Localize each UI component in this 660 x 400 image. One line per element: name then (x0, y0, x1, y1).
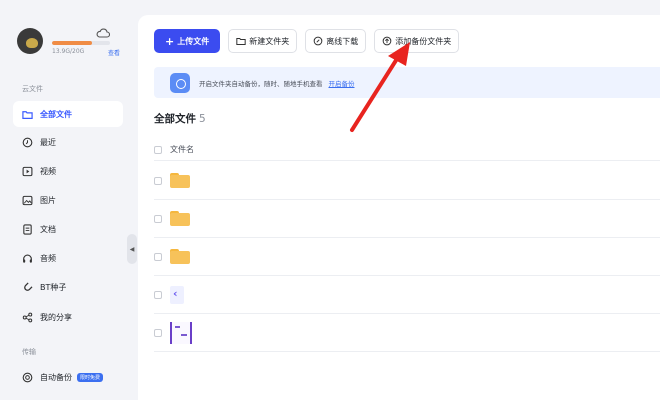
sidebar-item-video[interactable]: 视频 (13, 158, 123, 184)
share-icon (22, 312, 33, 322)
file-count: 5 (199, 113, 206, 125)
upload-button[interactable]: + 上传文件 (154, 29, 221, 53)
avatar[interactable] (17, 28, 43, 54)
file-row[interactable] (154, 314, 660, 352)
file-row[interactable] (154, 162, 660, 200)
chevron-left-icon: ◀ (129, 245, 135, 253)
row-checkbox[interactable] (154, 214, 162, 223)
backup-icon (22, 372, 33, 382)
sidebar-item-label: 全部文件 (40, 109, 72, 119)
sidebar-item-bt-seeds[interactable]: BT种子 (13, 274, 123, 300)
file-row[interactable] (154, 276, 660, 314)
annotation-arrow (350, 42, 410, 132)
row-checkbox[interactable] (154, 328, 162, 337)
column-header-filename[interactable]: 文件名 (170, 144, 194, 155)
sidebar-item-recent[interactable]: 最近 (13, 129, 123, 155)
upload-button-label: 上传文件 (177, 36, 210, 46)
magnet-icon (24, 282, 33, 291)
page-title-text: 全部文件 (154, 113, 196, 125)
folder-icon (170, 211, 190, 226)
sidebar-item-label: 最近 (40, 137, 56, 147)
sidebar-collapse-handle[interactable]: ◀ (127, 234, 137, 264)
section-label-cloud: 云文件 (22, 85, 43, 93)
sidebar-item-documents[interactable]: 文档 (13, 216, 123, 242)
sidebar-item-label: BT种子 (40, 282, 67, 292)
cloud-icon[interactable] (96, 27, 110, 39)
sidebar-item-label: 音频 (40, 253, 56, 263)
sidebar-item-label: 文档 (40, 224, 56, 234)
sidebar-item-auto-backup[interactable]: 自动备份 限时免费 (13, 364, 123, 390)
sidebar-item-audio[interactable]: 音频 (13, 245, 123, 271)
storage-quota-bar (52, 41, 110, 45)
row-checkbox[interactable] (154, 290, 162, 299)
file-row[interactable] (154, 238, 660, 276)
storage-quota-text: 13.9G/20G (52, 48, 85, 55)
video-icon (22, 166, 33, 176)
image-icon (22, 195, 33, 205)
sidebar-item-all-files[interactable]: 全部文件 (13, 101, 123, 127)
sidebar-item-label: 视频 (40, 166, 56, 176)
clock-icon (22, 137, 33, 147)
folder-icon (170, 173, 190, 188)
storage-quota-fill (52, 41, 93, 45)
sidebar-item-label: 图片 (40, 195, 56, 205)
sidebar-item-images[interactable]: 图片 (13, 187, 123, 213)
select-all-checkbox[interactable] (154, 145, 162, 154)
sidebar-item-label: 自动备份 (40, 372, 72, 382)
headphones-icon (23, 254, 32, 263)
banner-text: 开启文件夹自动备份，随时、随地手机查看 (199, 79, 323, 88)
document-file-icon (170, 285, 184, 304)
link-icon (313, 36, 323, 46)
folder-icon (170, 249, 190, 264)
backup-banner-icon (170, 72, 190, 93)
free-badge: 限时免费 (77, 372, 104, 382)
new-folder-button-label: 新建文件夹 (249, 36, 290, 46)
document-icon (23, 223, 32, 235)
sidebar-item-label: 我的分享 (40, 312, 72, 322)
folder-add-icon (236, 38, 246, 45)
folder-icon (22, 110, 33, 119)
storage-view-link[interactable]: 查看 (108, 48, 120, 57)
sidebar: 13.9G/20G 查看 云文件 全部文件 最近 视频 图片 文档 音频 BT种… (0, 0, 132, 400)
row-checkbox[interactable] (154, 252, 162, 261)
image-file-thumbnail (170, 321, 192, 344)
file-list-header: 文件名 (154, 139, 660, 161)
new-folder-button[interactable]: 新建文件夹 (228, 29, 298, 53)
sidebar-item-my-shares[interactable]: 我的分享 (13, 304, 123, 330)
row-checkbox[interactable] (154, 176, 162, 185)
page-title: 全部文件 5 (154, 111, 206, 126)
section-label-transfer: 传输 (22, 348, 36, 356)
plus-icon: + (165, 34, 175, 48)
file-row[interactable] (154, 200, 660, 238)
